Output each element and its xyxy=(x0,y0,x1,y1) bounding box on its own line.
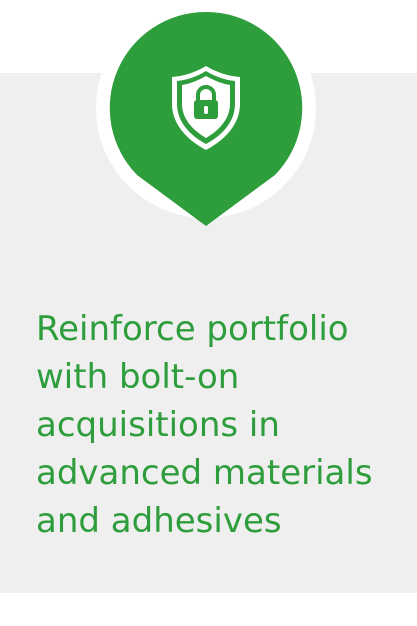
card-headline: Reinforce portfolio with bolt-on acquisi… xyxy=(36,309,373,541)
location-pin-badge xyxy=(96,0,316,228)
pin-graphic xyxy=(96,0,316,227)
